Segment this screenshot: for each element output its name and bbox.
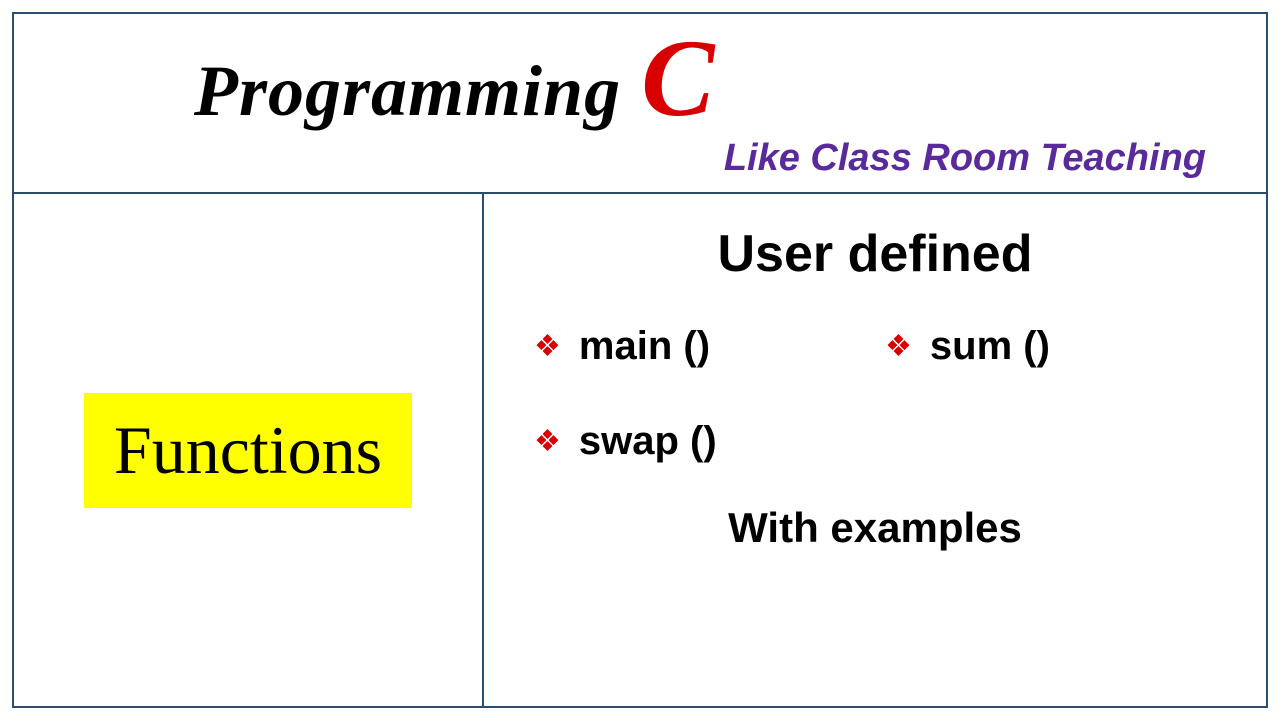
list-item: ❖ swap () [534,419,875,464]
lower-section: Functions User defined ❖ main () ❖ sum (… [14,194,1266,706]
slide-frame: Programming C Like Class Room Teaching F… [12,12,1268,708]
diamond-bullet-icon: ❖ [534,332,561,362]
list-item: ❖ main () [534,324,875,369]
list-item: ❖ sum () [885,324,1226,369]
title-programming: Programming [194,50,621,133]
left-panel: Functions [14,194,484,706]
right-heading: User defined [524,224,1226,284]
right-panel: User defined ❖ main () ❖ sum () ❖ swap (… [484,194,1266,706]
title-line: Programming C [54,34,1226,133]
bullet-text: sum () [930,324,1050,369]
diamond-bullet-icon: ❖ [885,332,912,362]
topic-highlight: Functions [84,393,412,508]
bullet-grid: ❖ main () ❖ sum () ❖ swap () [524,324,1226,464]
bullet-text: main () [579,324,710,369]
title-language: C [641,34,714,122]
footer-text: With examples [524,504,1226,552]
subtitle: Like Class Room Teaching [54,137,1226,180]
header-section: Programming C Like Class Room Teaching [14,14,1266,194]
bullet-text: swap () [579,419,717,464]
diamond-bullet-icon: ❖ [534,427,561,457]
